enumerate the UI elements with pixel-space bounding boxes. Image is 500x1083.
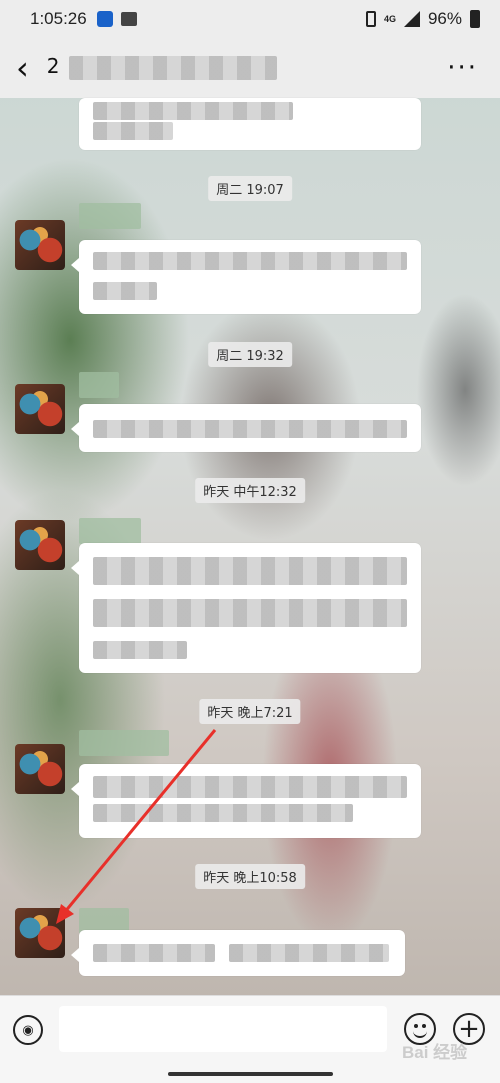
signal-icon	[403, 11, 420, 27]
battery-percent: 96%	[427, 9, 462, 28]
annotation-arrow	[56, 729, 217, 924]
status-bar: 1:05:26 4G 96%	[0, 0, 500, 38]
message-input[interactable]	[59, 1006, 387, 1052]
arrow-head	[56, 904, 74, 924]
chat-screen: 1:05:26 4G 96% ‹ 2 ··· 周二 19:07 周二 19:32…	[0, 0, 500, 1083]
vibrate-icon	[365, 11, 376, 27]
arrow-shaft	[62, 729, 217, 914]
chat-title-text: 2	[46, 54, 60, 78]
title-mosaic	[68, 56, 277, 80]
watermark: Bai 经验	[402, 1043, 468, 1062]
emoji-mouth	[413, 1029, 427, 1038]
back-arrow-icon[interactable]: ‹	[16, 52, 29, 84]
voice-icon[interactable]: ◉	[13, 1015, 43, 1045]
battery-icon	[470, 10, 480, 28]
status-time: 1:05:26	[30, 9, 87, 28]
gallery-icon	[120, 12, 137, 26]
message-list[interactable]: 周二 19:07 周二 19:32 昨天 中午12:32 昨天 晚上7:21 昨	[0, 98, 500, 995]
app-notification-icon	[96, 11, 113, 27]
chat-title: 2	[47, 54, 287, 82]
home-indicator[interactable]	[168, 1072, 333, 1076]
network-type: 4G	[383, 14, 396, 24]
chat-header: ‹ 2 ···	[0, 38, 500, 98]
more-dots-icon[interactable]: ···	[447, 53, 478, 83]
status-right: 4G 96%	[365, 9, 480, 29]
